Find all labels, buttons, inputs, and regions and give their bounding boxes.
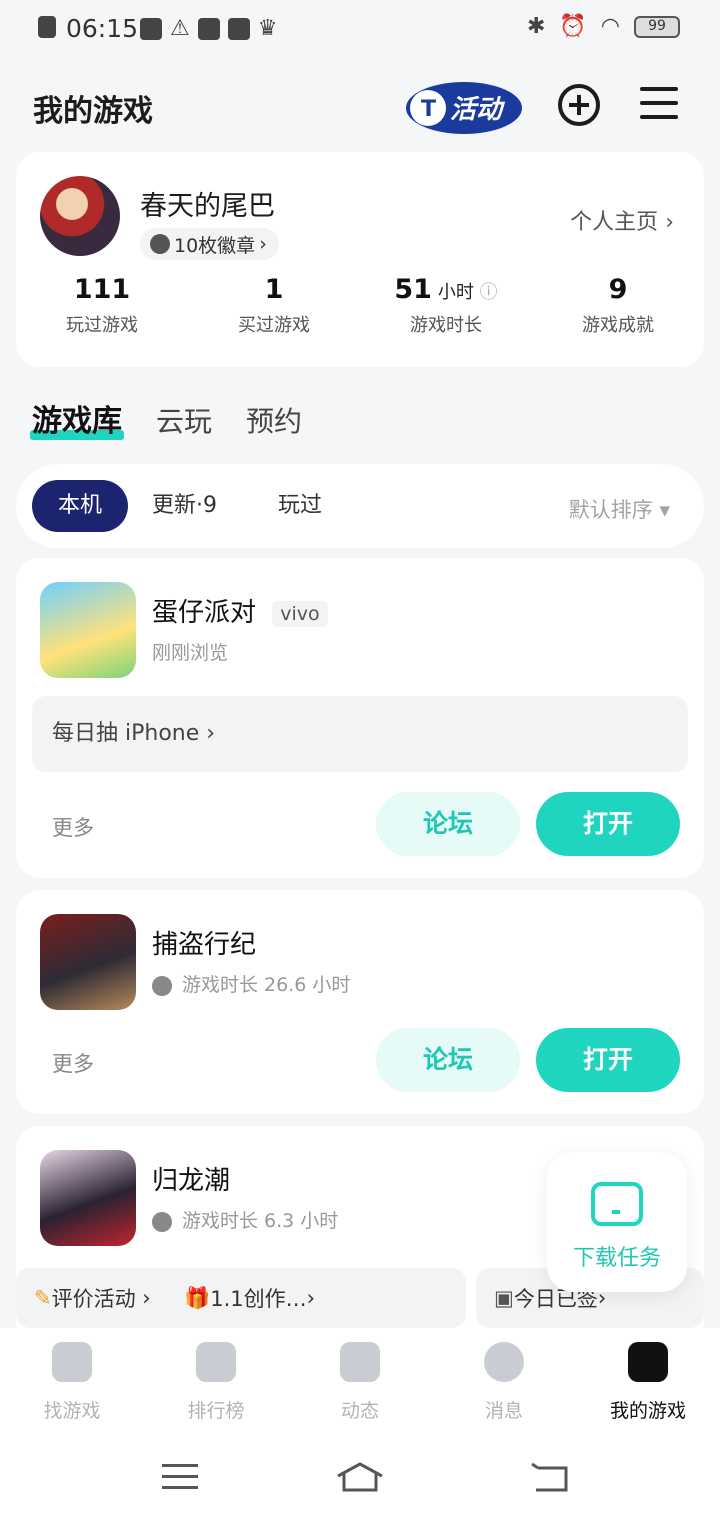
add-button[interactable] bbox=[558, 84, 600, 126]
forum-button[interactable]: 论坛 bbox=[376, 1028, 520, 1092]
tab-cloud[interactable]: 云玩 bbox=[156, 400, 212, 440]
alarm-icon: ⏰ bbox=[559, 14, 587, 39]
messages-icon bbox=[484, 1342, 524, 1382]
header: 我的游戏 T 活动 bbox=[0, 70, 720, 140]
warning-icon: ⚠ bbox=[170, 16, 190, 41]
battery-icon: 99 bbox=[634, 15, 680, 38]
home-link[interactable]: 个人主页 › bbox=[570, 204, 674, 236]
avatar[interactable] bbox=[40, 176, 120, 256]
timer-icon bbox=[152, 1211, 172, 1232]
game-name[interactable]: 蛋仔派对 bbox=[152, 598, 256, 628]
open-button[interactable]: 打开 bbox=[536, 792, 680, 856]
menu-button[interactable] bbox=[640, 87, 678, 121]
stat-bought[interactable]: 1 买过游戏 bbox=[188, 274, 360, 337]
bluetooth-icon: ✱ bbox=[526, 14, 546, 39]
tab-library[interactable]: 游戏库 bbox=[30, 396, 124, 440]
chevron-right-icon: › bbox=[665, 210, 674, 235]
pencil-icon: ✎ bbox=[34, 1286, 52, 1310]
status-bar: 06:15 ⚠ ♛ ✱ ⏰ ◠ 99 bbox=[0, 0, 720, 58]
app-icon bbox=[227, 17, 250, 40]
game-card: 蛋仔派对 vivo 刚刚浏览 每日抽 iPhone › 更多 论坛 打开 bbox=[16, 558, 704, 878]
filter-bar: 本机 更新·9 玩过 默认排序 ▾ bbox=[16, 464, 704, 548]
recent-apps-icon[interactable] bbox=[162, 1462, 198, 1492]
download-task-button[interactable]: 下载任务 bbox=[547, 1152, 687, 1292]
stat-playtime[interactable]: 51 小时 ⓘ 游戏时长 bbox=[360, 274, 532, 337]
tab-reserve[interactable]: 预约 bbox=[246, 400, 302, 440]
home-icon[interactable] bbox=[336, 1462, 384, 1492]
game-subtitle: 游戏时长 6.3 小时 bbox=[182, 1210, 339, 1232]
badge-pill[interactable]: 10枚徽章 › bbox=[140, 228, 279, 260]
nav-rankings[interactable]: 排行榜 bbox=[144, 1328, 288, 1428]
media-icon bbox=[140, 17, 162, 40]
game-subtitle: 游戏时长 26.6 小时 bbox=[182, 974, 351, 996]
medal-icon bbox=[150, 234, 170, 254]
wifi-icon: ◠ bbox=[600, 14, 620, 39]
chip-local[interactable]: 本机 bbox=[32, 480, 128, 532]
download-icon bbox=[591, 1182, 643, 1226]
back-icon[interactable] bbox=[530, 1462, 568, 1492]
game-subtitle: 刚刚浏览 bbox=[152, 642, 229, 664]
info-icon: ⓘ bbox=[473, 282, 498, 303]
chip-played[interactable]: 玩过 bbox=[278, 480, 322, 532]
notification-icon bbox=[38, 16, 56, 38]
chevron-right-icon: › bbox=[135, 1286, 185, 1310]
bottom-nav: 找游戏 排行榜 动态 消息 我的游戏 bbox=[0, 1328, 720, 1428]
video-icon bbox=[197, 17, 220, 40]
stats-row: 111 玩过游戏 1 买过游戏 51 小时 ⓘ 游戏时长 9 游戏成就 bbox=[16, 274, 704, 337]
chevron-right-icon: › bbox=[259, 233, 267, 255]
find-games-icon bbox=[52, 1342, 92, 1382]
svg-text:活动: 活动 bbox=[450, 95, 506, 125]
game-icon[interactable] bbox=[40, 914, 136, 1010]
gamepad-icon bbox=[628, 1342, 668, 1382]
game-name[interactable]: 归龙潮 bbox=[152, 1160, 230, 1197]
vendor-tag: vivo bbox=[272, 600, 328, 627]
badge-count: 10枚徽章 bbox=[174, 234, 256, 257]
stat-played[interactable]: 111 玩过游戏 bbox=[16, 274, 188, 337]
timer-icon bbox=[152, 975, 172, 996]
crown-icon: ♛ bbox=[257, 16, 278, 41]
nav-feed[interactable]: 动态 bbox=[288, 1328, 432, 1428]
forum-button[interactable]: 论坛 bbox=[376, 792, 520, 856]
activity-logo[interactable]: T 活动 bbox=[402, 78, 526, 136]
game-icon[interactable] bbox=[40, 1150, 136, 1246]
sort-dropdown[interactable]: 默认排序 ▾ bbox=[569, 494, 670, 524]
nav-my-games[interactable]: 我的游戏 bbox=[576, 1328, 720, 1428]
more-button[interactable]: 更多 bbox=[52, 1048, 94, 1078]
status-time: 06:15 bbox=[66, 14, 139, 43]
svg-text:T: T bbox=[421, 97, 436, 122]
tab-bar: 游戏库 云玩 预约 bbox=[30, 396, 302, 440]
system-nav-bar bbox=[0, 1428, 720, 1520]
feed-icon bbox=[340, 1342, 380, 1382]
username[interactable]: 春天的尾巴 bbox=[140, 184, 275, 223]
open-button[interactable]: 打开 bbox=[536, 1028, 680, 1092]
game-card: 捕盗行纪 游戏时长 26.6 小时 更多 论坛 打开 bbox=[16, 890, 704, 1114]
chip-updates[interactable]: 更新·9 bbox=[152, 480, 217, 532]
nav-find-games[interactable]: 找游戏 bbox=[0, 1328, 144, 1428]
game-icon[interactable] bbox=[40, 582, 136, 678]
download-task-label: 下载任务 bbox=[572, 1246, 661, 1271]
game-name[interactable]: 捕盗行纪 bbox=[152, 924, 256, 961]
promo-row[interactable]: 每日抽 iPhone › bbox=[32, 696, 688, 772]
chevron-right-icon: › bbox=[306, 1286, 316, 1310]
review-activity[interactable]: ✎ 评价活动 › 🎁 1.1创作… › bbox=[16, 1268, 466, 1328]
caret-down-icon: ▾ bbox=[659, 498, 670, 522]
chevron-right-icon: › bbox=[206, 721, 216, 746]
profile-card: 春天的尾巴 10枚徽章 › 个人主页 › 111 玩过游戏 1 买过游戏 51 小… bbox=[16, 152, 704, 367]
nav-messages[interactable]: 消息 bbox=[432, 1328, 576, 1428]
more-button[interactable]: 更多 bbox=[52, 812, 94, 842]
gift-icon: 🎁 bbox=[184, 1285, 211, 1310]
stat-achievements[interactable]: 9 游戏成就 bbox=[532, 274, 704, 337]
calendar-icon: ▣ bbox=[494, 1286, 514, 1310]
rankings-icon bbox=[196, 1342, 236, 1382]
page-title: 我的游戏 bbox=[33, 94, 153, 129]
